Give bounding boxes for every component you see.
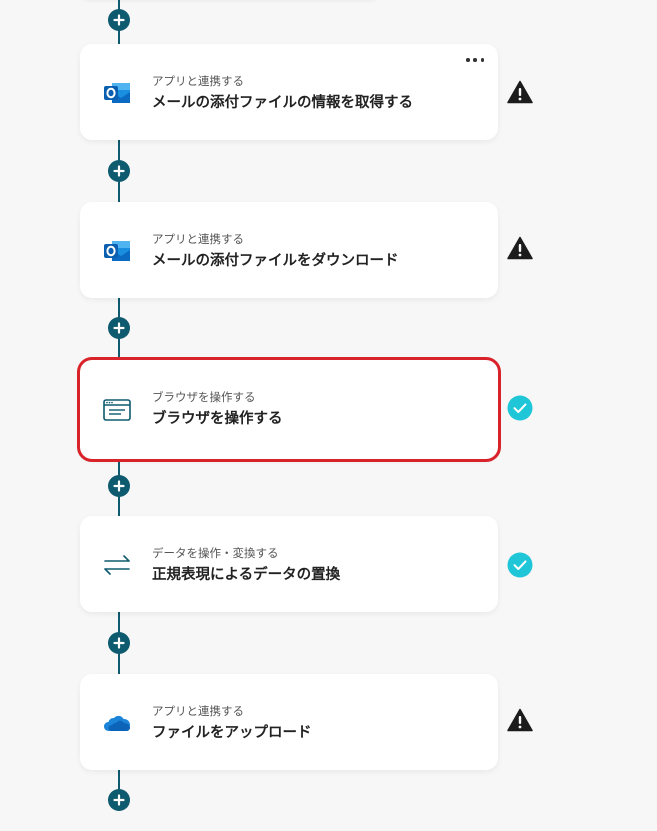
workflow-canvas: アプリと連携する メールの添付ファイルの情報を取得する アプリと連携する メール… [0, 0, 657, 831]
add-step-button[interactable] [108, 475, 130, 497]
step-category: アプリと連携する [152, 704, 244, 718]
step-title: メールの添付ファイルをダウンロード [152, 253, 399, 269]
step-title: ファイルをアップロード [152, 725, 312, 741]
add-step-button[interactable] [108, 632, 130, 654]
add-step-button[interactable] [108, 789, 130, 811]
warning-status-icon [507, 79, 533, 105]
complete-check-icon [507, 552, 533, 578]
onedrive-cloud-icon [104, 715, 130, 731]
warning-status-icon [507, 707, 533, 733]
plus-icon [113, 637, 125, 649]
plus-icon [113, 165, 125, 177]
step-category: ブラウザを操作する [152, 390, 256, 404]
step-card-download-attachment[interactable]: アプリと連携する メールの添付ファイルをダウンロード [80, 202, 498, 298]
add-step-button[interactable] [108, 317, 130, 339]
step-card-upload-file[interactable]: アプリと連携する ファイルをアップロード [80, 674, 498, 770]
step-category: アプリと連携する [152, 232, 244, 246]
complete-check-icon [507, 395, 533, 421]
plus-icon [113, 480, 125, 492]
step-title: ブラウザを操作する [152, 411, 283, 427]
add-step-button[interactable] [108, 160, 130, 182]
add-step-button[interactable] [108, 9, 130, 31]
step-card-regex-replace[interactable]: データを操作・変換する 正規表現によるデータの置換 [80, 516, 498, 612]
outlook-icon [104, 83, 130, 103]
step-title: メールの添付ファイルの情報を取得する [152, 95, 413, 111]
step-title: 正規表現によるデータの置換 [152, 567, 341, 583]
plus-icon [113, 14, 125, 26]
warning-status-icon [507, 235, 533, 261]
plus-icon [113, 794, 125, 806]
more-options-icon[interactable] [466, 56, 484, 64]
outlook-icon [104, 241, 130, 261]
step-category: アプリと連携する [152, 74, 244, 88]
plus-icon [113, 322, 125, 334]
step-card-get-attachment-info[interactable]: アプリと連携する メールの添付ファイルの情報を取得する [80, 44, 498, 140]
step-card-browser-operation[interactable]: ブラウザを操作する ブラウザを操作する [77, 357, 501, 462]
data-transform-arrows-icon [104, 555, 130, 575]
browser-window-icon [103, 399, 131, 421]
step-category: データを操作・変換する [152, 546, 279, 560]
